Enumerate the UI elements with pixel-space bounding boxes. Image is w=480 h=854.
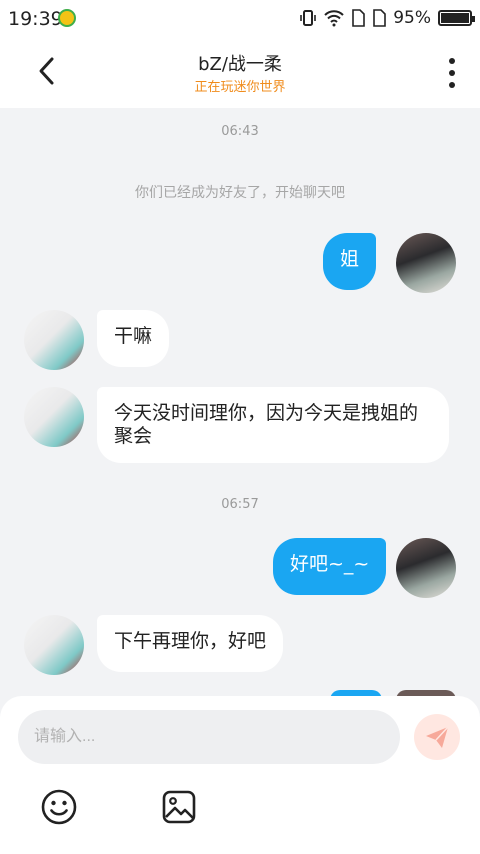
app-notification-icon [58, 9, 76, 27]
message-bubble-incoming[interactable]: 干嘛 [97, 310, 170, 367]
friend-avatar[interactable] [24, 615, 84, 675]
battery-icon [438, 10, 475, 26]
chat-header: bZ/战一柔 正在玩迷你世界 [0, 38, 480, 108]
emoji-icon[interactable] [40, 788, 78, 826]
vibrate-icon [300, 10, 317, 26]
message-bubble-outgoing[interactable]: 好吧~_~ [273, 538, 387, 595]
friend-avatar[interactable] [24, 310, 84, 370]
status-bar: 19:39 95% [0, 0, 480, 38]
timestamp: 06:57 [221, 497, 259, 512]
status-icons: 95% [299, 8, 475, 28]
message-bubble-outgoing[interactable]: 姐 [323, 233, 377, 290]
message-line: 聚会 [114, 425, 153, 447]
message-line: 今天没时间理你，因为今天是拽姐的 [114, 402, 419, 424]
my-avatar[interactable] [396, 538, 456, 598]
status-time: 19:39 [8, 8, 63, 30]
sim2-icon [373, 9, 387, 27]
sim1-icon [352, 9, 366, 27]
message-bubble-incoming[interactable]: 今天没时间理你，因为今天是拽姐的 聚会 [97, 387, 449, 463]
chat-title: bZ/战一柔 [198, 54, 282, 75]
more-vertical-icon[interactable] [446, 56, 458, 90]
message-bubble-incoming[interactable]: 下午再理你，好吧 [97, 615, 284, 672]
system-message: 你们已经成为好友了，开始聊天吧 [135, 185, 345, 201]
battery-percent: 95% [393, 8, 431, 28]
input-bar [0, 696, 480, 854]
send-icon [426, 726, 449, 748]
my-avatar[interactable] [396, 233, 456, 293]
send-button[interactable] [414, 714, 460, 760]
friend-avatar[interactable] [24, 387, 84, 447]
wifi-icon [324, 10, 344, 27]
message-input[interactable] [18, 710, 400, 764]
image-icon[interactable] [160, 788, 198, 826]
chat-subtitle: 正在玩迷你世界 [194, 80, 286, 95]
timestamp: 06:43 [221, 124, 259, 139]
